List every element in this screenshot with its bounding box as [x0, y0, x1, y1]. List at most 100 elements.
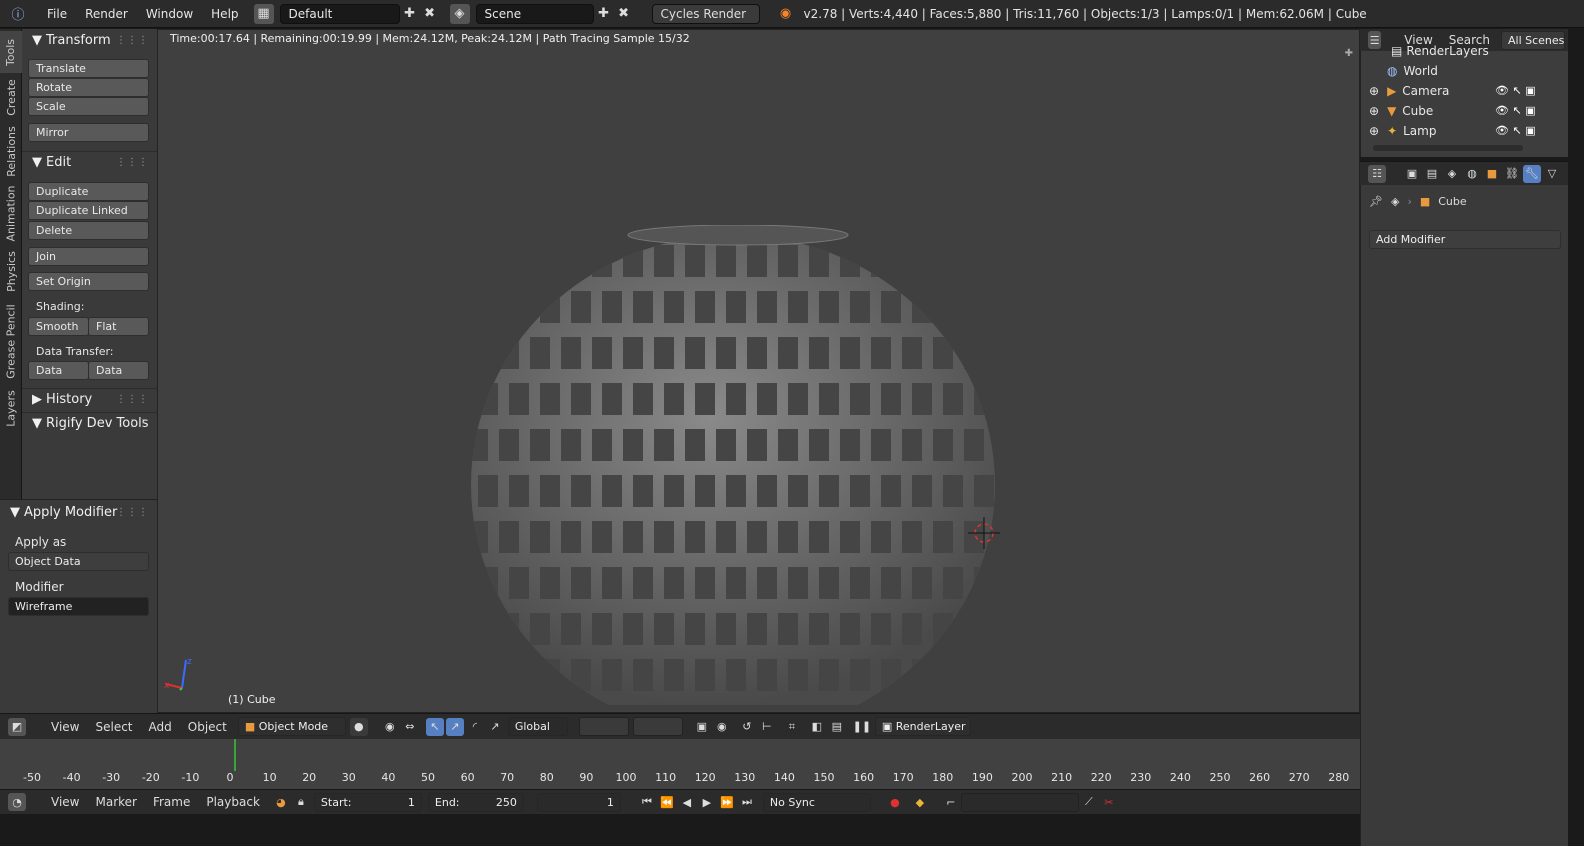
- data-button[interactable]: Data: [28, 361, 89, 380]
- remove-scene-icon[interactable]: ✖: [614, 4, 634, 24]
- tab-animation[interactable]: Animation: [0, 183, 22, 243]
- scene-tab-icon[interactable]: ◈: [1443, 165, 1461, 183]
- render-anim-icon[interactable]: ▤: [828, 718, 846, 736]
- translate-button[interactable]: Translate: [28, 59, 149, 78]
- world-tab-icon[interactable]: ◍: [1463, 165, 1481, 183]
- menu-frame[interactable]: Frame: [145, 795, 198, 809]
- menu-help[interactable]: Help: [202, 0, 247, 28]
- tab-grease-pencil[interactable]: Grease Pencil: [0, 299, 22, 383]
- cursor-icon[interactable]: ↖: [1512, 84, 1521, 97]
- lock-icon[interactable]: 🔒︎: [292, 793, 310, 811]
- viewport-shading-icon[interactable]: ●: [349, 717, 368, 736]
- data-tab-icon[interactable]: ▽: [1543, 165, 1561, 183]
- menu-render[interactable]: Render: [76, 0, 137, 28]
- outliner-scrollbar[interactable]: [1373, 145, 1523, 151]
- duplicate-button[interactable]: Duplicate: [28, 182, 149, 201]
- render-engine-dropdown[interactable]: Cycles Render: [651, 3, 760, 24]
- eye-icon[interactable]: 👁︎: [1495, 84, 1509, 97]
- duplicate-linked-button[interactable]: Duplicate Linked: [28, 201, 149, 220]
- tab-relations[interactable]: Relations: [0, 121, 22, 181]
- menu-object[interactable]: Object: [180, 720, 235, 734]
- layers-grid[interactable]: [578, 717, 629, 736]
- edit-panel-header[interactable]: ▼ Edit ⋮⋮⋮: [22, 151, 157, 173]
- render-icon[interactable]: ▣: [1525, 124, 1535, 137]
- wireframe-sphere[interactable]: [458, 225, 1018, 705]
- manipulator-translate-icon[interactable]: ↖: [425, 717, 444, 736]
- menu-view[interactable]: View: [43, 795, 87, 809]
- drag-handle-icon[interactable]: ⋮⋮⋮: [116, 418, 149, 429]
- proportional-edit-icon[interactable]: ◉: [713, 718, 731, 736]
- drag-handle-icon[interactable]: ⋮⋮⋮: [116, 507, 149, 518]
- render-preview-icon[interactable]: ◧: [808, 718, 826, 736]
- cursor-icon[interactable]: ↖: [1512, 124, 1521, 137]
- history-panel-header[interactable]: ▶ History ⋮⋮⋮: [22, 388, 157, 410]
- layers-grid-2[interactable]: [632, 717, 683, 736]
- expand-icon[interactable]: ⊕: [1369, 84, 1379, 98]
- insert-keyframe-icon[interactable]: ⟋: [1080, 793, 1098, 811]
- add-scene-icon[interactable]: ✚: [594, 4, 614, 24]
- constraints-tab-icon[interactable]: ⛓: [1503, 165, 1521, 183]
- 3d-viewport[interactable]: Time:00:17.64 | Remaining:00:19.99 | Mem…: [157, 29, 1360, 713]
- menu-marker[interactable]: Marker: [87, 795, 144, 809]
- render-layers-tab-icon[interactable]: ▤: [1423, 165, 1441, 183]
- snap-icon[interactable]: ↺: [738, 718, 756, 736]
- keyframe-icon[interactable]: ◆: [911, 793, 929, 811]
- render-icon[interactable]: ▣: [1525, 104, 1535, 117]
- render-layer-field[interactable]: ▣ RenderLayer: [874, 717, 971, 736]
- remove-screen-icon[interactable]: ✖: [420, 4, 440, 24]
- data-layout-button[interactable]: Data Layo: [88, 361, 149, 380]
- render-tab-icon[interactable]: ▣: [1403, 165, 1421, 183]
- eye-icon[interactable]: 👁︎: [1495, 104, 1509, 117]
- outliner-editor-icon[interactable]: ☰: [1368, 31, 1382, 49]
- outliner-item-renderlayers[interactable]: ▤ RenderLayers: [1391, 41, 1581, 61]
- menu-view[interactable]: View: [43, 720, 87, 734]
- jump-start-icon[interactable]: ⏮: [638, 793, 656, 811]
- play-icon[interactable]: ▶: [698, 793, 716, 811]
- transform-manipulator-icon[interactable]: ⇔: [401, 718, 419, 736]
- delete-button[interactable]: Delete: [28, 221, 149, 240]
- set-origin-dropdown[interactable]: Set Origin: [28, 272, 149, 291]
- end-frame-field[interactable]: End: 250: [427, 792, 524, 812]
- jump-end-icon[interactable]: ⏭: [738, 793, 756, 811]
- editor-type-icon[interactable]: ◩: [8, 717, 26, 736]
- render-icon[interactable]: ▣: [1525, 84, 1535, 97]
- current-frame-field[interactable]: 1: [536, 792, 621, 812]
- tab-layers[interactable]: Layers: [0, 385, 22, 431]
- add-modifier-dropdown[interactable]: Add Modifier: [1369, 230, 1561, 249]
- sync-dropdown[interactable]: No Sync: [762, 792, 871, 812]
- pivot-icon[interactable]: ◉: [381, 718, 399, 736]
- info-icon[interactable]: ⓘ: [8, 4, 28, 24]
- add-screen-icon[interactable]: ✚: [400, 4, 420, 24]
- scene-field[interactable]: Scene: [475, 3, 594, 24]
- drag-handle-icon[interactable]: ⋮⋮⋮: [116, 394, 149, 405]
- transform-panel-header[interactable]: ▼ Transform ⋮⋮⋮: [22, 29, 157, 51]
- keying-set-field[interactable]: [960, 792, 1079, 812]
- drag-handle-icon[interactable]: ⋮⋮⋮: [116, 35, 149, 46]
- cursor-icon[interactable]: ↖: [1512, 104, 1521, 117]
- menu-select[interactable]: Select: [87, 720, 140, 734]
- rigify-panel-header[interactable]: ▼ Rigify Dev Tools ⋮⋮⋮: [22, 412, 157, 434]
- jump-keyframe-back-icon[interactable]: ⏪: [658, 793, 676, 811]
- keying-icon[interactable]: ⌐: [942, 793, 960, 811]
- tab-tools[interactable]: Tools: [0, 31, 22, 73]
- menu-add[interactable]: Add: [141, 720, 180, 734]
- scene-icon[interactable]: ◈: [449, 3, 470, 24]
- expand-icon[interactable]: ⊕: [1369, 104, 1379, 118]
- scale-button[interactable]: Scale: [28, 97, 149, 116]
- play-reverse-icon[interactable]: ◀: [678, 793, 696, 811]
- record-icon[interactable]: ●: [886, 793, 904, 811]
- tab-create[interactable]: Create: [0, 75, 22, 119]
- snap-element-icon[interactable]: ⊢: [758, 718, 776, 736]
- menu-window[interactable]: Window: [137, 0, 202, 28]
- orientation-dropdown[interactable]: Global: [507, 717, 568, 736]
- jump-keyframe-forward-icon[interactable]: ⏩: [718, 793, 736, 811]
- join-button[interactable]: Join: [28, 247, 149, 266]
- manipulator-move-icon[interactable]: ↗: [445, 717, 464, 736]
- drag-handle-icon[interactable]: ⋮⋮⋮: [116, 157, 149, 168]
- smooth-button[interactable]: Smooth: [28, 317, 89, 336]
- pin-icon[interactable]: 📌︎: [1369, 195, 1383, 208]
- current-frame-marker[interactable]: [234, 739, 236, 771]
- lock-camera-icon[interactable]: ▣: [693, 718, 711, 736]
- menu-playback[interactable]: Playback: [198, 795, 268, 809]
- manipulator-rotate-icon[interactable]: ◜: [466, 718, 484, 736]
